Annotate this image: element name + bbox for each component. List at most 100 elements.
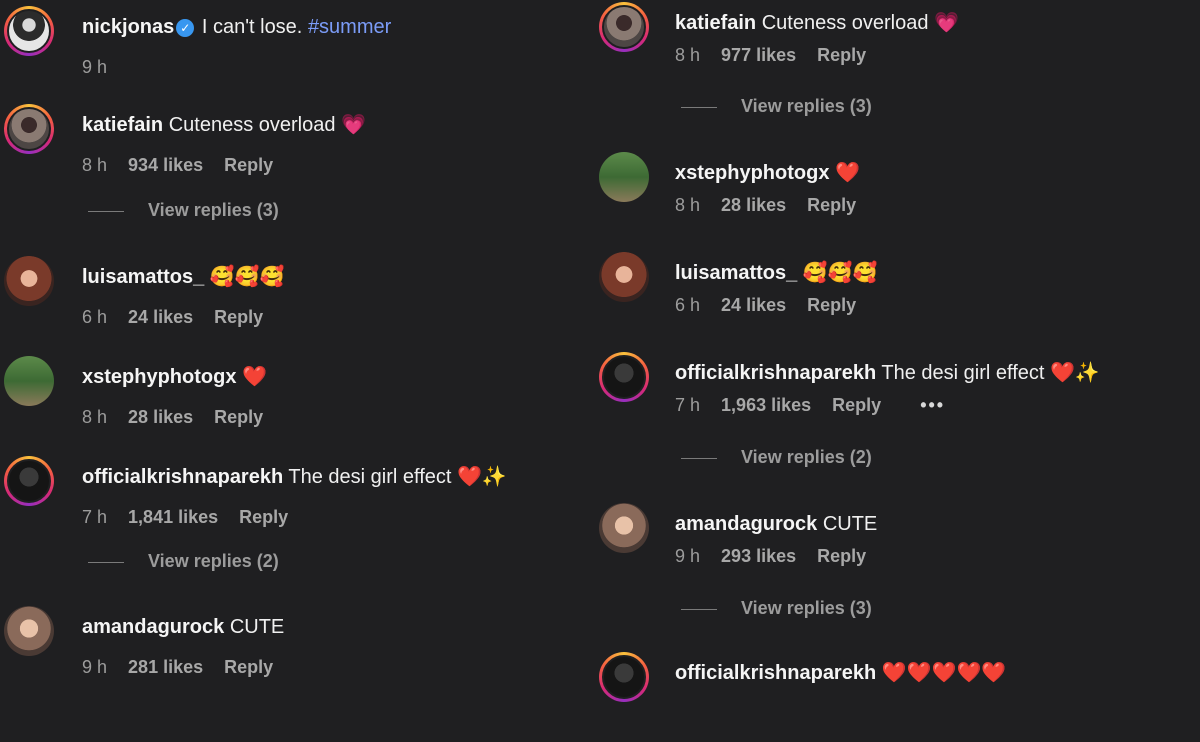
divider [681, 106, 717, 108]
reply-button[interactable]: Reply [817, 546, 866, 566]
likes-count[interactable]: 28 likes [721, 195, 786, 215]
view-replies-button[interactable]: View replies (2) [681, 447, 872, 471]
comment-time: 8 h [675, 195, 701, 215]
view-replies-button[interactable]: View replies (3) [88, 200, 279, 224]
hashtag-link[interactable]: #summer [308, 16, 391, 38]
username[interactable]: amandagurock [675, 513, 817, 535]
username[interactable]: xstephyphotogx [82, 366, 236, 388]
avatar[interactable] [4, 104, 54, 154]
likes-count[interactable]: 1,841 likes [128, 507, 218, 527]
likes-count[interactable]: 1,963 likes [721, 395, 811, 415]
avatar[interactable] [4, 606, 54, 656]
reply-button[interactable]: Reply [807, 295, 856, 315]
avatar[interactable] [4, 456, 54, 506]
verified-badge-icon: ✓ [176, 19, 195, 37]
view-replies-button[interactable]: View replies (3) [681, 598, 872, 622]
avatar[interactable] [599, 2, 649, 52]
reply-button[interactable]: Reply [807, 195, 856, 215]
username[interactable]: officialkrishnaparekh [82, 466, 283, 488]
view-replies-label: View replies (3) [148, 200, 279, 220]
username[interactable]: officialkrishnaparekh [675, 362, 876, 384]
comment-amandagurock: amandagurock CUTE 9 h 281 likes Reply [0, 606, 580, 696]
smiling-face-emoji: 🥰🥰🥰 [802, 262, 878, 284]
comment-time: 6 h [82, 307, 108, 327]
likes-count[interactable]: 28 likes [128, 407, 193, 427]
comment-luisamattos: luisamattos_ 🥰🥰🥰 6 h 24 likes Reply [0, 256, 580, 346]
comment-text: The desi girl effect [288, 466, 452, 488]
comment-katiefain: katiefain Cuteness overload 💗 8 h 934 li… [0, 104, 580, 194]
comment-xstephyphotogx: xstephyphotogx ❤️ 8 h 28 likes Reply [593, 152, 1200, 242]
comment-time: 8 h [675, 45, 701, 65]
view-replies-label: View replies (3) [741, 598, 872, 618]
comment-time: 9 h [82, 57, 108, 77]
comment-nickjonas: nickjonas ✓ I can't lose. #summer 9 h [0, 6, 580, 96]
comment-time: 8 h [82, 407, 108, 427]
comments-column-left: nickjonas ✓ I can't lose. #summer 9 h kat… [0, 0, 580, 677]
reply-button[interactable]: Reply [224, 155, 273, 175]
avatar[interactable] [4, 6, 54, 56]
comments-column-right: katiefain Cuteness overload 💗 8 h 977 li… [593, 0, 1200, 702]
view-replies-label: View replies (2) [741, 447, 872, 467]
comment-time: 9 h [675, 546, 701, 566]
likes-count[interactable]: 934 likes [128, 155, 203, 175]
smiling-face-emoji: 🥰🥰🥰 [209, 266, 285, 288]
comment-text: Cuteness overload [168, 114, 336, 136]
username[interactable]: xstephyphotogx [675, 162, 829, 184]
likes-count[interactable]: 24 likes [128, 307, 193, 327]
comment-katiefain: katiefain Cuteness overload 💗 8 h 977 li… [593, 2, 1200, 92]
divider [681, 608, 717, 610]
comment-xstephyphotogx: xstephyphotogx ❤️ 8 h 28 likes Reply [0, 356, 580, 446]
comment-amandagurock: amandagurock CUTE 9 h 293 likes Reply [593, 503, 1200, 593]
username[interactable]: katiefain [675, 12, 756, 34]
reply-button[interactable]: Reply [817, 45, 866, 65]
divider [88, 561, 124, 563]
likes-count[interactable]: 293 likes [721, 546, 796, 566]
avatar[interactable] [599, 652, 649, 702]
avatar[interactable] [4, 256, 54, 306]
pink-heart-emoji: 💗 [341, 114, 366, 136]
username[interactable]: luisamattos_ [675, 262, 797, 284]
comment-time: 6 h [675, 295, 701, 315]
reply-button[interactable]: Reply [214, 307, 263, 327]
comment-time: 7 h [82, 507, 108, 527]
comment-text: Cuteness overload [761, 12, 929, 34]
red-heart-emoji: ❤️ [1050, 362, 1075, 384]
likes-count[interactable]: 24 likes [721, 295, 786, 315]
username[interactable]: luisamattos_ [82, 266, 204, 288]
avatar[interactable] [599, 252, 649, 302]
divider [88, 210, 124, 212]
reply-button[interactable]: Reply [832, 395, 881, 415]
divider [681, 457, 717, 459]
reply-button[interactable]: Reply [214, 407, 263, 427]
comment-time: 8 h [82, 155, 108, 175]
username[interactable]: officialkrishnaparekh [675, 662, 876, 684]
comment-time: 9 h [82, 657, 108, 677]
avatar[interactable] [4, 356, 54, 406]
comment-officialkrishnaparekh: officialkrishnaparekh The desi girl effe… [0, 456, 580, 546]
comment-text: CUTE [229, 616, 285, 638]
username[interactable]: amandagurock [82, 616, 224, 638]
view-replies-label: View replies (3) [741, 96, 872, 116]
avatar[interactable] [599, 503, 649, 553]
avatar[interactable] [599, 352, 649, 402]
likes-count[interactable]: 281 likes [128, 657, 203, 677]
view-replies-button[interactable]: View replies (2) [88, 551, 279, 575]
comment-officialkrishnaparekh: officialkrishnaparekh The desi girl effe… [593, 352, 1200, 442]
likes-count[interactable]: 977 likes [721, 45, 796, 65]
reply-button[interactable]: Reply [239, 507, 288, 527]
red-heart-emoji: ❤️ [242, 366, 267, 388]
pink-heart-emoji: 💗 [934, 12, 959, 34]
red-heart-emoji: ❤️ [457, 466, 482, 488]
username[interactable]: katiefain [82, 114, 163, 136]
reply-button[interactable]: Reply [224, 657, 273, 677]
comment-text: The desi girl effect [881, 362, 1045, 384]
more-options-icon[interactable]: ••• [920, 395, 945, 415]
view-replies-label: View replies (2) [148, 551, 279, 571]
view-replies-button[interactable]: View replies (3) [681, 96, 872, 120]
avatar[interactable] [599, 152, 649, 202]
sparkles-emoji: ✨ [481, 466, 507, 488]
red-heart-emoji: ❤️ [835, 162, 860, 184]
username[interactable]: nickjonas [82, 16, 174, 38]
comment-luisamattos: luisamattos_ 🥰🥰🥰 6 h 24 likes Reply [593, 252, 1200, 342]
comment-text: I can't lose. [201, 16, 303, 38]
